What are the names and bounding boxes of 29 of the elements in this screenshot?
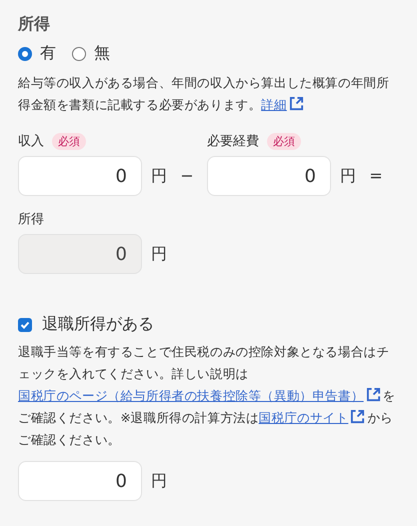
required-badge: 必須 [267,132,301,150]
unit-label: 円 [151,244,167,264]
unit-label: 円 [151,166,167,186]
external-link-icon[interactable] [288,96,304,111]
description-text: 給与等の収入がある場合、年間の収入から算出した概算の年間所得金額を書類に記載する必要があります。詳細 [18,74,390,114]
field-label: 収入 [18,133,44,150]
radio-button[interactable] [72,46,86,60]
required-badge: 必須 [52,132,86,150]
external-link-icon[interactable] [350,409,366,424]
amount-field[interactable]: 0 [18,461,142,501]
amount-field[interactable]: 0 [18,156,142,196]
help-link[interactable]: 詳細 [261,97,287,112]
checkbox[interactable] [18,318,32,332]
unit-label: 円 [151,470,167,492]
operator-sign: = [368,165,384,187]
radio-label[interactable]: 有 [40,43,56,64]
external-link-icon[interactable] [366,387,381,402]
section-title: 所得 [18,14,51,35]
radio-button[interactable] [18,46,32,60]
help-link[interactable]: 国税庁のサイト [258,410,348,425]
description-text: 退職手当等を有することで住民税のみの控除対象となる場合はチェックを入れてください。詳しい説明は 国税庁のページ（給与所得者の扶養控除等（異動）申告書） をご確認ください。※退職所得の計算方法は国税庁のサイト からご確認ください。 [18,343,396,449]
help-link[interactable]: 国税庁のページ（給与所得者の扶養控除等（異動）申告書） [18,388,364,403]
unit-label: 円 [340,166,356,186]
amount-field[interactable]: 0 [207,156,331,196]
field-label: 所得 [18,211,45,228]
checkbox-label[interactable]: 退職所得がある [42,314,154,335]
field-label: 必要経費 [207,133,259,150]
radio-label[interactable]: 無 [94,43,110,64]
operator-sign: − [179,165,195,187]
